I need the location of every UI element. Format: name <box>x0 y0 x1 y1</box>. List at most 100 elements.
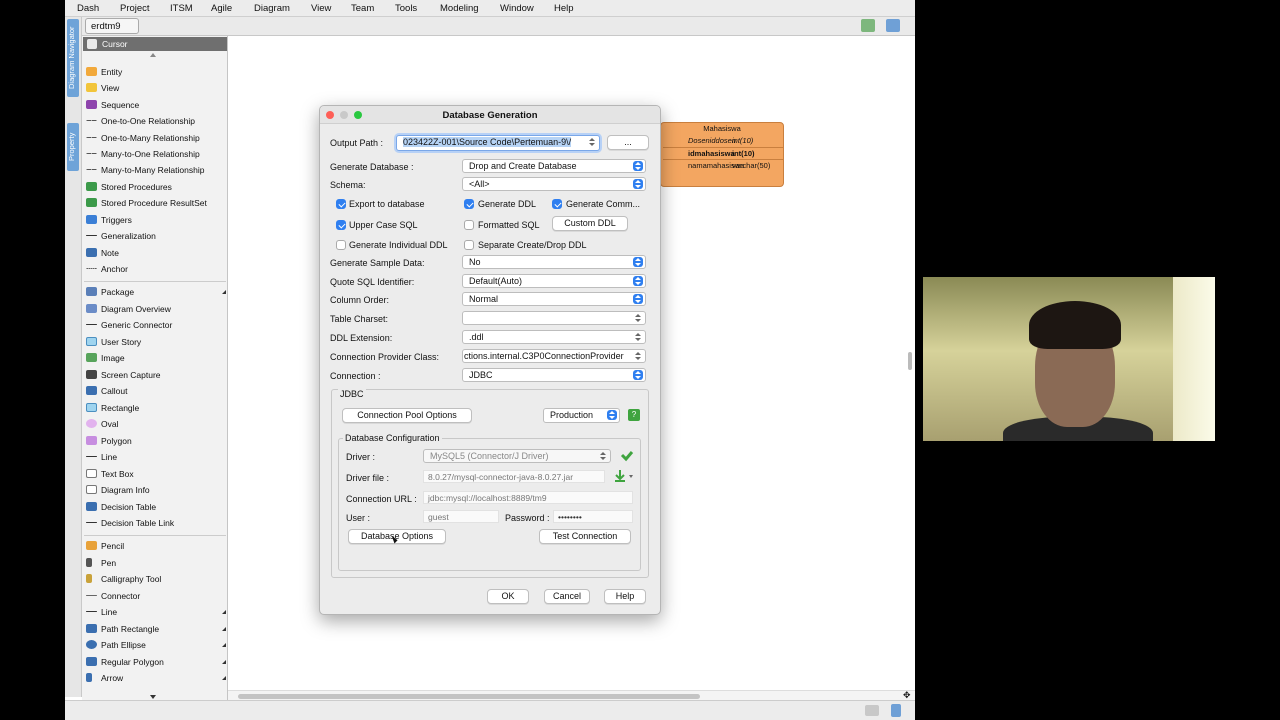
palette-calligraphy-tool[interactable]: Calligraphy Tool <box>82 571 227 587</box>
palette-image[interactable]: Image <box>82 350 227 366</box>
generate-individual-ddl-checkbox[interactable] <box>336 240 346 250</box>
palette-many-to-one[interactable]: Many-to-One Relationship <box>82 146 227 162</box>
custom-ddl-button[interactable]: Custom DDL <box>552 216 628 231</box>
scrollbar-thumb[interactable] <box>238 694 700 699</box>
palette-stored-procedures[interactable]: Stored Procedures <box>82 179 227 195</box>
sample-data-select[interactable]: No <box>462 255 646 269</box>
schema-select[interactable]: <All> <box>462 177 646 191</box>
palette-screen-capture[interactable]: Screen Capture <box>82 367 227 383</box>
table-charset-select[interactable] <box>462 311 646 325</box>
palette-callout[interactable]: Callout <box>82 383 227 399</box>
upper-case-sql-checkbox[interactable] <box>336 220 346 230</box>
messages-icon[interactable] <box>865 705 879 716</box>
palette-sequence[interactable]: Sequence <box>82 97 227 113</box>
palette-decision-table-link[interactable]: Decision Table Link <box>82 515 227 531</box>
palette-one-to-one[interactable]: One-to-One Relationship <box>82 113 227 129</box>
menu-view[interactable]: View <box>311 3 331 14</box>
connection-url-field[interactable]: jdbc:mysql://localhost:8889/tm9 <box>423 491 633 504</box>
chevron-down-icon[interactable] <box>629 475 633 478</box>
browse-button[interactable]: ... <box>607 135 649 150</box>
palette-oval[interactable]: Oval <box>82 416 227 432</box>
horizontal-scrollbar[interactable] <box>228 690 915 700</box>
ok-button[interactable]: OK <box>487 589 529 604</box>
download-icon[interactable] <box>613 469 627 483</box>
window-layout-icon[interactable] <box>886 19 900 32</box>
palette-anchor[interactable]: Anchor <box>82 261 227 277</box>
palette-pen[interactable]: Pen <box>82 555 227 571</box>
palette-text-box[interactable]: Text Box <box>82 466 227 482</box>
palette-pencil[interactable]: Pencil <box>82 538 227 554</box>
palette-package[interactable]: Package <box>82 284 227 300</box>
palette-regular-polygon[interactable]: Regular Polygon <box>82 654 227 670</box>
palette-diagram-overview[interactable]: Diagram Overview <box>82 301 227 317</box>
help-icon[interactable]: ? <box>628 409 640 421</box>
menu-help[interactable]: Help <box>554 3 574 14</box>
palette-decision-table[interactable]: Decision Table <box>82 499 227 515</box>
property-tab[interactable]: Property <box>67 123 79 171</box>
generate-database-select[interactable]: Drop and Create Database <box>462 159 646 173</box>
palette-triggers[interactable]: Triggers <box>82 212 227 228</box>
menu-agile[interactable]: Agile <box>211 3 232 14</box>
export-to-database-checkbox[interactable] <box>336 199 346 209</box>
password-field[interactable]: •••••••• <box>553 510 633 523</box>
palette-path-rectangle[interactable]: Path Rectangle <box>82 621 227 637</box>
minimize-window-button[interactable] <box>340 111 348 119</box>
expand-icon[interactable] <box>222 676 226 680</box>
palette-stored-procedure-resultset[interactable]: Stored Procedure ResultSet <box>82 195 227 211</box>
notification-icon[interactable] <box>861 19 875 32</box>
document-icon[interactable] <box>891 704 901 717</box>
connection-select[interactable]: JDBC <box>462 368 646 382</box>
output-path-field[interactable]: 023422Z-001\Source Code\Pertemuan-9\/ <box>396 135 600 151</box>
palette-note[interactable]: Note <box>82 245 227 261</box>
menu-team[interactable]: Team <box>351 3 374 14</box>
scroll-up-icon[interactable] <box>150 53 156 57</box>
palette-generic-connector[interactable]: Generic Connector <box>82 317 227 333</box>
palette-one-to-many[interactable]: One-to-Many Relationship <box>82 130 227 146</box>
column-order-select[interactable]: Normal <box>462 292 646 306</box>
expand-icon[interactable] <box>222 610 226 614</box>
palette-path-ellipse[interactable]: Path Ellipse <box>82 637 227 653</box>
ddl-extension-select[interactable]: .ddl <box>462 330 646 344</box>
driver-select[interactable]: MySQL5 (Connector/J Driver) <box>423 449 611 463</box>
expand-icon[interactable] <box>222 660 226 664</box>
palette-rectangle[interactable]: Rectangle <box>82 400 227 416</box>
quote-identifier-select[interactable]: Default(Auto) <box>462 274 646 288</box>
palette-connector[interactable]: Connector <box>82 588 227 604</box>
separate-create-drop-checkbox[interactable] <box>464 240 474 250</box>
menu-project[interactable]: Project <box>120 3 150 14</box>
entity-column[interactable]: idmahasiswa int(10) <box>663 147 783 158</box>
palette-arrow[interactable]: Arrow <box>82 670 227 686</box>
palette-entity[interactable]: Entity <box>82 64 227 80</box>
formatted-sql-checkbox[interactable] <box>464 220 474 230</box>
user-field[interactable]: guest <box>423 510 499 523</box>
menu-tools[interactable]: Tools <box>395 3 417 14</box>
palette-line-2[interactable]: Line <box>82 604 227 620</box>
connection-pool-options-button[interactable]: Connection Pool Options <box>342 408 472 423</box>
entity-mahasiswa[interactable]: Mahasiswa Doseniddosen int(10) idmahasisw… <box>660 122 784 187</box>
diagram-navigator-tab[interactable]: Diagram Navigator <box>67 19 79 97</box>
palette-user-story[interactable]: User Story <box>82 334 227 350</box>
driver-file-field[interactable]: 8.0.27/mysql-connector-java-8.0.27.jar <box>423 470 605 483</box>
palette-generalization[interactable]: Generalization <box>82 228 227 244</box>
provider-class-select[interactable]: ctions.internal.C3P0ConnectionProvider <box>462 349 646 363</box>
test-connection-button[interactable]: Test Connection <box>539 529 631 544</box>
menu-dash[interactable]: Dash <box>77 3 99 14</box>
menu-itsm[interactable]: ITSM <box>170 3 193 14</box>
menu-modeling[interactable]: Modeling <box>440 3 479 14</box>
vertical-splitter-handle[interactable] <box>908 352 912 370</box>
diagram-tab[interactable]: erdtm9 <box>85 18 139 34</box>
palette-line[interactable]: Line <box>82 449 227 465</box>
entity-column[interactable]: Doseniddosen int(10) <box>663 135 783 146</box>
expand-icon[interactable] <box>222 290 226 294</box>
palette-cursor[interactable]: Cursor <box>83 37 227 51</box>
palette-diagram-info[interactable]: Diagram Info <box>82 482 227 498</box>
help-button[interactable]: Help <box>604 589 646 604</box>
zoom-window-button[interactable] <box>354 111 362 119</box>
palette-many-to-many[interactable]: Many-to-Many Relationship <box>82 162 227 178</box>
environment-select[interactable]: Production <box>543 408 620 423</box>
menu-window[interactable]: Window <box>500 3 534 14</box>
menu-diagram[interactable]: Diagram <box>254 3 290 14</box>
generate-comment-checkbox[interactable] <box>552 199 562 209</box>
entity-column[interactable]: namamahasiswa varchar(50) <box>663 159 783 170</box>
scroll-down-icon[interactable] <box>150 695 156 699</box>
